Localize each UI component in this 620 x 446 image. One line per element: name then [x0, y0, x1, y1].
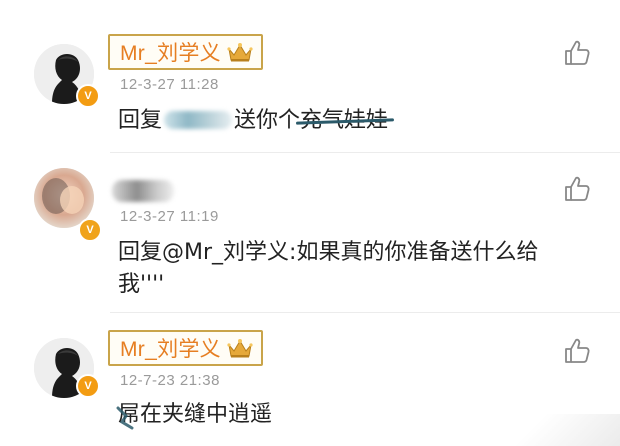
thumbs-up-icon[interactable] [562, 336, 592, 366]
comment-text: 屌在夹缝中逍遥 [116, 400, 272, 430]
timestamp: 12-3-27 11:28 [120, 76, 219, 93]
thumbs-up-icon[interactable] [562, 38, 592, 68]
struck-text: 充气娃娃 [300, 106, 388, 136]
ink-scribble-icon [116, 406, 134, 430]
blurred-username[interactable] [112, 180, 174, 202]
comment-feed: V Mr_刘学义 12-3-27 11:28 回复 送你个充气娃娃 V 12-3… [0, 0, 620, 446]
comment-text-line-1: 回复@Mr_刘学义:如果真的你准备送什么给 [118, 240, 539, 265]
timestamp: 12-3-27 11:19 [120, 208, 219, 225]
username[interactable]: Mr_刘学义 [120, 333, 221, 363]
timestamp: 12-7-23 21:38 [120, 372, 220, 389]
reply-suffix: 送你个 [234, 108, 301, 133]
comment-item: V 12-3-27 11:19 回复@Mr_刘学义:如果真的你准备送什么给 我'… [0, 150, 620, 320]
username-box[interactable]: Mr_刘学义 [108, 34, 263, 70]
crown-icon [227, 43, 253, 62]
comment-text-line-2: 我'''' [118, 272, 165, 297]
thumbs-up-icon[interactable] [562, 174, 592, 204]
blurred-mention [164, 111, 233, 129]
v-badge-icon: V [78, 218, 102, 242]
reply-prefix: 回复 [118, 108, 163, 133]
comment-item: V Mr_刘学义 12-3-27 11:28 回复 送你个充气娃娃 [0, 0, 620, 150]
v-badge-icon: V [76, 84, 100, 108]
username[interactable]: Mr_刘学义 [120, 37, 221, 67]
username-box[interactable]: Mr_刘学义 [108, 330, 263, 366]
comment-text: 回复 送你个充气娃娃 [118, 106, 388, 136]
v-badge-icon: V [76, 374, 100, 398]
inked-text: 屌在夹缝中逍遥 [116, 400, 272, 430]
corner-shade [500, 414, 620, 446]
crown-icon [227, 339, 253, 358]
